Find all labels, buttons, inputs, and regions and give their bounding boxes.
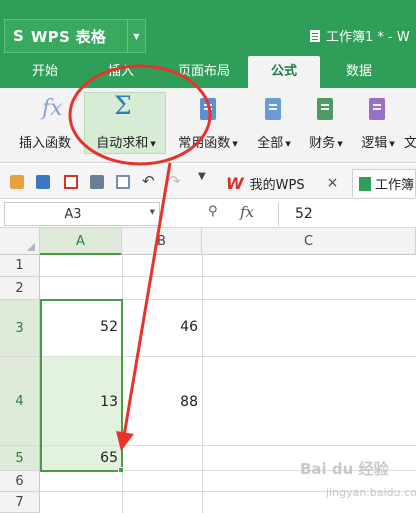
formulas-ribbon: fx 插入函数 Σ 自动求和 ▼ 常用函数 ▼ 全部 ▼ 财务 ▼ 逻辑 ▼ 文 <box>0 88 416 163</box>
wps-w-logo-icon: W <box>226 173 244 193</box>
finance-label: 财务 ▼ <box>309 136 343 151</box>
tab-my-wps[interactable]: W 我的WPS × <box>226 169 338 197</box>
customize-toolbar-icon[interactable]: ▼ <box>198 171 214 185</box>
cell-a5[interactable]: 65 <box>41 450 122 466</box>
fx-icon[interactable]: fx <box>240 203 254 221</box>
spreadsheet-icon <box>359 176 371 191</box>
undo-icon[interactable]: ↶ <box>142 172 158 190</box>
autosum-button[interactable]: Σ 自动求和 ▼ <box>84 88 168 163</box>
row-header-2[interactable]: 2 <box>0 277 40 300</box>
select-all-corner[interactable] <box>0 228 40 255</box>
row-header-5[interactable]: 5 <box>0 446 40 471</box>
print-preview-icon[interactable] <box>116 175 130 189</box>
book-icon <box>317 98 333 120</box>
wps-menu-button[interactable]: S WPS 表格 ▼ <box>4 19 146 53</box>
sigma-icon: Σ <box>114 91 132 120</box>
tab-insert[interactable]: 插入 <box>90 56 152 88</box>
common-functions-button[interactable]: 常用函数 ▼ <box>170 88 246 163</box>
text-functions-button[interactable]: 文 <box>404 88 416 163</box>
baidu-watermark: Bai du 经验 <box>300 460 389 478</box>
insert-function-label: 插入函数 <box>18 136 71 151</box>
cell-b4[interactable]: 88 <box>123 394 202 410</box>
cell-b3[interactable]: 46 <box>123 319 202 335</box>
row-header-3[interactable]: 3 <box>0 300 40 357</box>
all-functions-button[interactable]: 全部 ▼ <box>250 88 298 163</box>
quick-access-toolbar: ↶ ↷ ▼ W 我的WPS × 工作簿 <box>0 165 416 199</box>
gridline <box>40 276 416 277</box>
title-bar: S WPS 表格 ▼ 工作簿1 * - W <box>0 0 416 56</box>
document-icon <box>310 29 320 42</box>
book-icon <box>200 98 216 120</box>
baidu-watermark-url: jingyan.baidu.com <box>326 486 416 499</box>
name-box[interactable]: A3 ▼ <box>4 202 160 226</box>
finance-functions-button[interactable]: 财务 ▼ <box>302 88 350 163</box>
chevron-down-icon[interactable]: ▼ <box>150 208 155 216</box>
gridline <box>122 255 123 513</box>
document-title-text: 工作簿1 * - W <box>326 30 410 45</box>
logic-label: 逻辑 ▼ <box>361 136 395 151</box>
tab-my-wps-label: 我的WPS <box>249 177 305 193</box>
gridline <box>40 299 416 300</box>
tab-workbook[interactable]: 工作簿 <box>352 169 416 197</box>
gridline <box>202 255 203 513</box>
book-icon <box>265 98 281 120</box>
common-functions-label: 常用函数 ▼ <box>178 136 238 151</box>
book-icon <box>369 98 385 120</box>
fill-handle[interactable] <box>118 467 124 473</box>
app-name: WPS 表格 <box>30 27 107 46</box>
print-icon[interactable] <box>90 175 104 189</box>
row-header-7[interactable]: 7 <box>0 492 40 513</box>
save-icon[interactable] <box>36 175 50 189</box>
row-header-6[interactable]: 6 <box>0 471 40 492</box>
row-header-1[interactable]: 1 <box>0 255 40 277</box>
zoom-icon[interactable]: ⚲ <box>208 204 218 219</box>
wps-logo-icon: S <box>13 27 24 45</box>
close-icon[interactable]: × <box>327 175 339 191</box>
tab-workbook-label: 工作簿 <box>375 178 415 193</box>
column-header-b[interactable]: B <box>122 228 202 255</box>
gridline <box>40 356 416 357</box>
row-header-4[interactable]: 4 <box>0 357 40 446</box>
gridline <box>40 445 416 446</box>
fx-icon: fx <box>42 96 63 121</box>
redo-icon[interactable]: ↷ <box>168 172 184 190</box>
tab-formulas[interactable]: 公式 <box>248 56 320 88</box>
export-pdf-icon[interactable] <box>64 175 78 189</box>
insert-function-button[interactable]: fx 插入函数 <box>8 88 82 163</box>
formula-bar: A3 ▼ ⚲ fx 52 <box>0 200 416 228</box>
column-header-a[interactable]: A <box>40 228 122 255</box>
wps-spreadsheet-window: S WPS 表格 ▼ 工作簿1 * - W 开始 插入 页面布局 公式 数据 f… <box>0 0 416 513</box>
name-box-value: A3 <box>64 207 82 222</box>
cell-a3[interactable]: 52 <box>41 319 122 335</box>
tab-home[interactable]: 开始 <box>14 56 76 88</box>
ribbon-tab-bar: 开始 插入 页面布局 公式 数据 <box>0 56 416 88</box>
text-functions-label: 文 <box>404 136 416 151</box>
all-functions-label: 全部 ▼ <box>257 136 291 151</box>
autosum-label: 自动求和 ▼ <box>96 136 156 151</box>
open-folder-icon[interactable] <box>10 175 24 189</box>
formula-input[interactable]: 52 <box>278 202 416 226</box>
document-title: 工作簿1 * - W <box>310 26 410 45</box>
column-header-c[interactable]: C <box>202 228 416 255</box>
tab-page-layout[interactable]: 页面布局 <box>166 56 242 88</box>
logic-functions-button[interactable]: 逻辑 ▼ <box>354 88 402 163</box>
cell-a4[interactable]: 13 <box>41 394 122 410</box>
chevron-down-icon[interactable]: ▼ <box>127 20 145 52</box>
tab-data[interactable]: 数据 <box>328 56 390 88</box>
